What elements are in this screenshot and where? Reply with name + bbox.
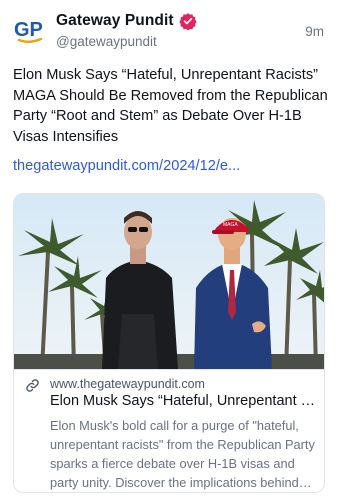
link-preview-card[interactable]: MAGA www.thegatewaypundit.com Elon Musk … <box>13 193 325 493</box>
link-icon <box>26 379 39 392</box>
card-image[interactable]: MAGA <box>14 194 324 369</box>
photo-two-men-walking-icon: MAGA <box>14 194 324 369</box>
post-link[interactable]: thegatewaypundit.com/2024/12/e... <box>13 158 240 174</box>
avatar[interactable]: GP <box>12 12 48 48</box>
avatar-initials: GP <box>14 19 43 41</box>
post-timestamp[interactable]: 9m <box>305 24 324 39</box>
author-display-name[interactable]: Gateway Pundit <box>56 12 174 30</box>
author-name-row: Gateway Pundit <box>56 12 197 30</box>
gateway-pundit-logo-icon: GP <box>14 19 43 43</box>
verified-badge-icon <box>178 13 197 30</box>
post-text: Elon Musk Says “Hateful, Unrepentant Rac… <box>13 67 328 145</box>
svg-text:MAGA: MAGA <box>223 222 238 228</box>
author-handle[interactable]: @gatewaypundit <box>56 34 157 49</box>
post-header: GP Gateway Pundit @gatewaypundit 9m <box>0 0 338 60</box>
card-meta[interactable]: www.thegatewaypundit.com Elon Musk Says … <box>14 369 324 492</box>
card-domain: www.thegatewaypundit.com <box>50 377 205 391</box>
card-description: Elon Musk's bold call for a purge of "ha… <box>50 418 315 490</box>
card-title[interactable]: Elon Musk Says “Hateful, Unrepentant Rac… <box>50 393 320 409</box>
